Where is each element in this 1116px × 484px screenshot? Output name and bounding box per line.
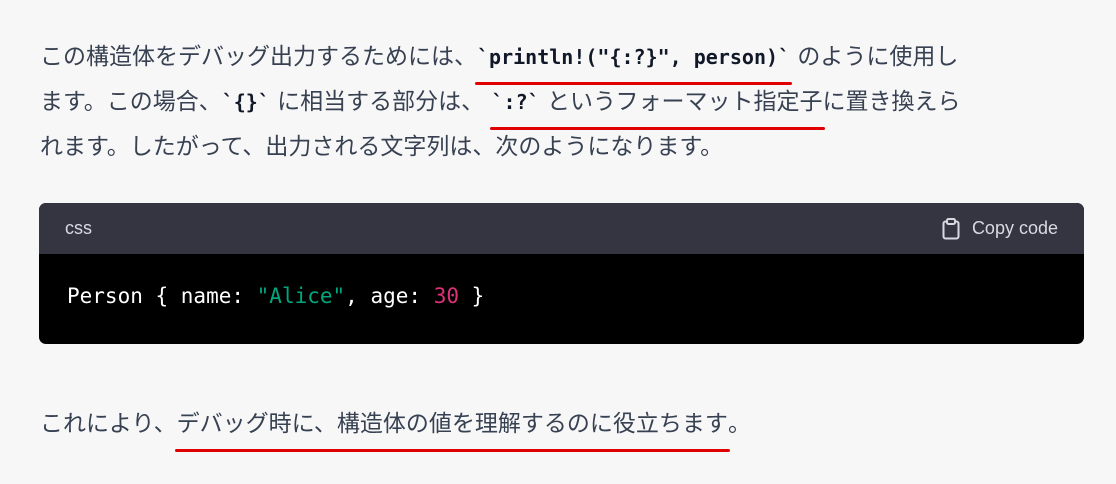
text-segment: この構造体をデバッグ出力するためには、 [40, 44, 477, 70]
text-segment: これにより、 [40, 411, 177, 437]
copy-code-label: Copy code [971, 218, 1058, 238]
text-segment: のように使用し [790, 44, 959, 70]
code-string-token: "Alice" [256, 284, 346, 308]
code-token: } [458, 284, 485, 308]
inline-code-println: `println!("{:?}", person)` [474, 35, 793, 85]
text-segment: というフォーマット指定子 [539, 89, 823, 115]
text-segment: に相当する部分は、 [269, 89, 492, 115]
paragraph-line: これにより、デバッグ時に、構造体の値を理解するのに役立ちます。 [40, 402, 1080, 452]
code-block-header: css Copy code [39, 203, 1084, 254]
text-segment: に置き換えら [822, 89, 961, 115]
inline-code-braces: `{}` [221, 90, 270, 114]
code-token: , age: [345, 284, 434, 308]
underlined-summary-text: デバッグ時に、構造体の値を理解するのに役立ちます [174, 402, 731, 452]
text-segment: ます。この場合、 [40, 89, 222, 115]
code-block: css Copy code Person { name: "Alice", ag… [39, 203, 1084, 344]
paragraph-line: ます。この場合、`{}` に相当する部分は、 `:?` というフォーマット指定子… [40, 80, 1080, 130]
copy-code-button[interactable]: Copy code [942, 217, 1058, 240]
code-number-token: 30 [433, 284, 459, 308]
code-language-label: css [65, 218, 92, 238]
paragraph-line: れます。したがって、出力される文字列は、次のようになります。 [40, 134, 724, 160]
paragraph-line: この構造体をデバッグ出力するためには、`println!("{:?}", per… [40, 35, 1080, 85]
explanation-paragraph: この構造体をデバッグ出力するためには、`println!("{:?}", per… [40, 35, 1080, 170]
text-segment: 。 [727, 411, 751, 437]
code-token: Person { name: [67, 284, 257, 308]
code-content: Person { name: "Alice", age: 30 } [39, 254, 1084, 338]
clipboard-icon [942, 217, 960, 240]
inline-code-debug-format: `:?` [491, 90, 540, 114]
summary-paragraph: これにより、デバッグ時に、構造体の値を理解するのに役立ちます。 [40, 402, 1080, 452]
underlined-format-specifier: `:?` というフォーマット指定子 [489, 80, 825, 130]
